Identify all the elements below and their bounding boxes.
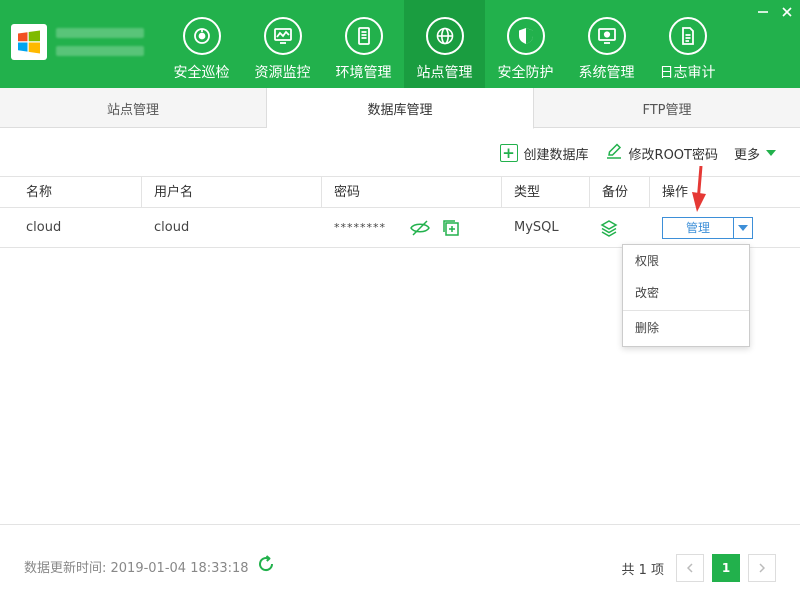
nav-label: 站点管理 [416, 65, 473, 81]
create-database-label: 创建数据库 [523, 147, 589, 163]
column-header-backup: 备份 [590, 177, 650, 208]
manage-dropdown-menu: 权限 改密 删除 [622, 244, 750, 347]
tab-database-manage[interactable]: 数据库管理 [267, 88, 534, 129]
manage-button[interactable]: 管理 [663, 218, 733, 238]
password-actions [410, 219, 460, 241]
menu-item-change-password[interactable]: 改密 [623, 277, 749, 309]
copy-icon[interactable] [442, 219, 460, 241]
nav-label: 安全巡检 [173, 65, 230, 81]
change-root-password-button[interactable]: 修改ROOT密码 [605, 142, 718, 164]
more-dropdown[interactable]: 更多 [734, 144, 776, 163]
cell-password: ******** [334, 221, 386, 234]
settings-icon [587, 17, 626, 55]
server-info-blurred [56, 28, 156, 64]
column-header-password: 密码 [322, 177, 502, 208]
nav-item-security-scan[interactable]: 安全巡检 [161, 0, 242, 88]
nav-item-security-protect[interactable]: 安全防护 [485, 0, 566, 88]
nav-label: 安全防护 [497, 65, 554, 81]
tab-bar: 站点管理 数据库管理 FTP管理 [0, 88, 800, 129]
create-database-button[interactable]: + 创建数据库 [499, 144, 589, 163]
prev-page-button[interactable] [676, 554, 704, 582]
page-number-button[interactable]: 1 [712, 554, 740, 582]
more-label: 更多 [733, 147, 760, 163]
nav-item-site-manage[interactable]: 站点管理 [404, 0, 485, 88]
menu-item-delete[interactable]: 删除 [623, 312, 749, 344]
nav-item-system-manage[interactable]: 系统管理 [566, 0, 647, 88]
nav-label: 资源监控 [254, 65, 311, 81]
cell-username: cloud [154, 220, 190, 235]
table-header: 名称 用户名 密码 类型 备份 操作 [0, 176, 800, 208]
update-status: 数据更新时间: 2019-01-04 18:33:18 [24, 555, 275, 577]
menu-item-permissions[interactable]: 权限 [623, 245, 749, 277]
plus-icon: + [499, 144, 518, 162]
refresh-icon[interactable] [257, 555, 275, 577]
monitor-icon [263, 17, 302, 55]
tab-site-manage[interactable]: 站点管理 [0, 88, 267, 128]
nav-item-resource-monitor[interactable]: 资源监控 [242, 0, 323, 88]
shield-icon [506, 17, 545, 55]
next-page-button[interactable] [748, 554, 776, 582]
window-controls [756, 5, 794, 19]
globe-icon [425, 17, 464, 55]
column-header-type: 类型 [502, 177, 590, 208]
main-nav: 安全巡检 资源监控 环境管理 站点管理 安全防护 系统管理 日志审计 [161, 0, 728, 88]
toolbar: + 创建数据库 修改ROOT密码 更多 [499, 142, 776, 164]
backup-layers-icon[interactable] [600, 219, 618, 237]
change-root-password-label: 修改ROOT密码 [628, 147, 718, 163]
cell-name: cloud [26, 220, 62, 235]
annotation-arrow-icon [691, 165, 707, 218]
server-icon [344, 17, 383, 55]
nav-label: 系统管理 [578, 65, 635, 81]
nav-label: 日志审计 [659, 65, 716, 81]
nav-item-env-manage[interactable]: 环境管理 [323, 0, 404, 88]
manage-dropdown-toggle[interactable] [733, 218, 752, 238]
cell-type: MySQL [514, 220, 559, 235]
nav-label: 环境管理 [335, 65, 392, 81]
footer: 数据更新时间: 2019-01-04 18:33:18 共 1 项 1 [0, 524, 800, 600]
log-icon [668, 17, 707, 55]
tab-ftp-manage[interactable]: FTP管理 [534, 88, 800, 128]
caret-down-icon [766, 146, 776, 161]
chevron-left-icon [687, 563, 693, 573]
edit-icon [605, 142, 623, 164]
column-header-action: 操作 [662, 185, 689, 200]
caret-down-icon [738, 225, 748, 231]
chevron-right-icon [759, 563, 765, 573]
close-icon[interactable] [780, 5, 794, 19]
minimize-icon[interactable] [756, 5, 770, 19]
eye-hidden-icon[interactable] [410, 219, 430, 241]
column-header-username: 用户名 [142, 177, 322, 208]
manage-split-button: 管理 [662, 217, 753, 239]
app-header: 安全巡检 资源监控 环境管理 站点管理 安全防护 系统管理 日志审计 [0, 0, 800, 88]
total-count: 共 1 项 [621, 562, 664, 578]
nav-item-log-audit[interactable]: 日志审计 [647, 0, 728, 88]
menu-divider [623, 310, 749, 311]
scan-icon [182, 17, 221, 55]
pagination: 共 1 项 1 [621, 554, 776, 582]
column-header-name: 名称 [14, 177, 142, 208]
windows-logo-icon [11, 24, 47, 60]
update-time-text: 数据更新时间: 2019-01-04 18:33:18 [24, 560, 249, 576]
